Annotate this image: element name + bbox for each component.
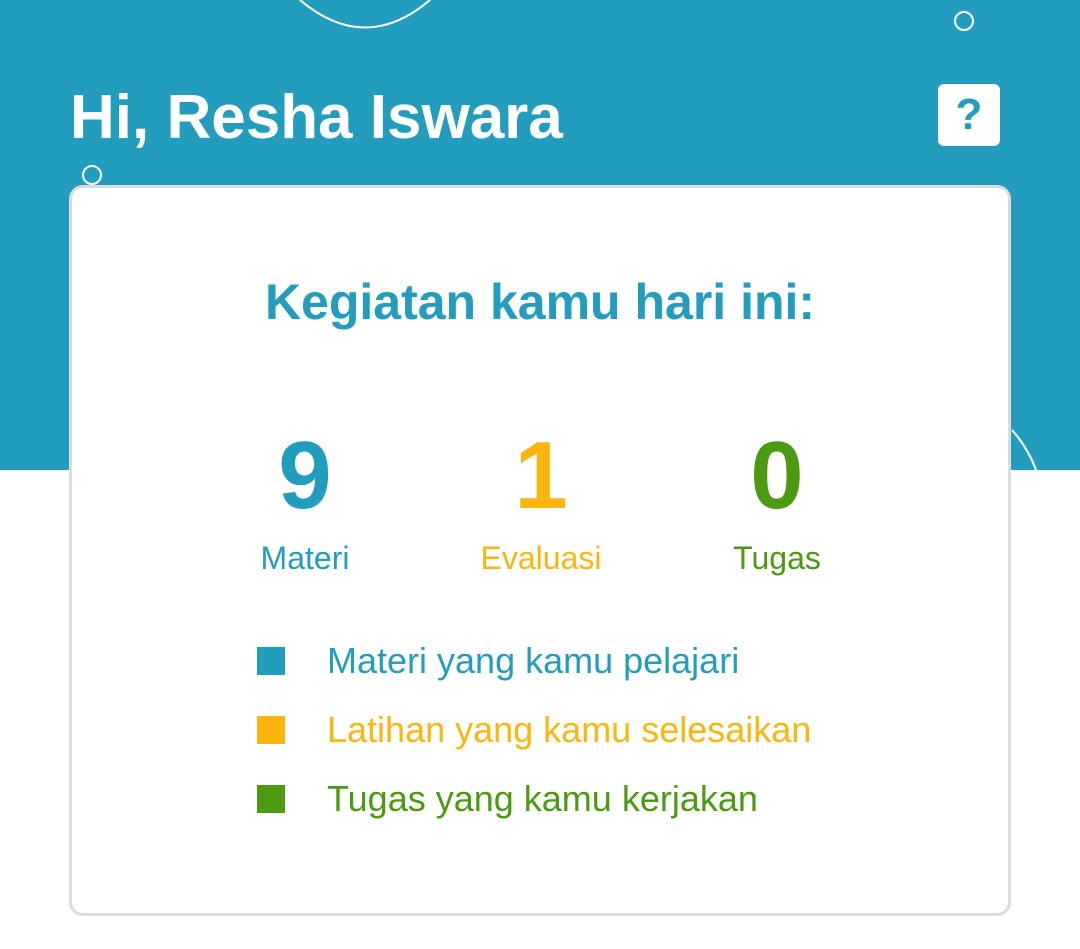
stat-materi-label: Materi [260, 540, 350, 576]
legend-label-materi: Materi yang kamu pelajari [327, 640, 740, 681]
legend-item-tugas: Tugas yang kamu kerjakan [257, 776, 957, 845]
legend-swatch-materi [257, 647, 285, 675]
decorative-circle [82, 165, 102, 185]
stat-materi-value: 9 [278, 422, 332, 529]
legend-swatch-tugas [257, 785, 285, 813]
activity-legend: Materi yang kamu pelajari Latihan yang k… [257, 638, 957, 845]
legend-swatch-latihan [257, 716, 285, 744]
stat-tugas-label: Tugas [733, 540, 821, 576]
legend-label-latihan: Latihan yang kamu selesaikan [327, 709, 812, 750]
legend-item-materi: Materi yang kamu pelajari [257, 638, 957, 707]
stat-tugas-value: 0 [750, 422, 804, 529]
decorative-curve [299, 0, 431, 29]
help-button[interactable]: ? [938, 84, 1000, 146]
decorative-curve [1011, 429, 1037, 470]
activity-card-title: Kegiatan kamu hari ini: [264, 274, 816, 330]
decorative-circle [954, 11, 974, 31]
stat-evaluasi-label: Evaluasi [480, 540, 602, 576]
greeting-title: Hi, Resha Iswara [70, 83, 563, 152]
stat-materi: 9 Materi [185, 426, 425, 578]
stat-evaluasi-value: 1 [514, 422, 568, 529]
question-mark-icon: ? [955, 90, 983, 139]
stat-evaluasi: 1 Evaluasi [421, 426, 661, 578]
legend-label-tugas: Tugas yang kamu kerjakan [327, 778, 758, 819]
legend-item-latihan: Latihan yang kamu selesaikan [257, 707, 957, 776]
activity-card: Kegiatan kamu hari ini: 9 Materi 1 Evalu… [69, 185, 1011, 916]
stat-tugas: 0 Tugas [657, 426, 897, 578]
